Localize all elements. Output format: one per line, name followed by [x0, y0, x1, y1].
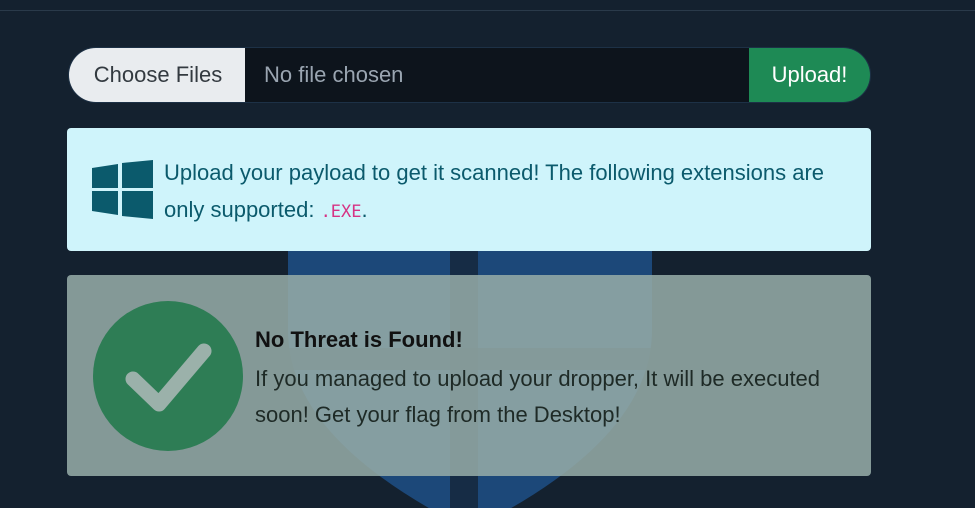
- page: Choose Files No file chosen Upload! Uplo…: [0, 0, 975, 508]
- check-circle-icon: [93, 301, 243, 451]
- info-alert: Upload your payload to get it scanned! T…: [67, 128, 871, 251]
- result-alert: No Threat is Found! If you managed to up…: [67, 275, 871, 476]
- upload-button[interactable]: Upload!: [749, 48, 870, 102]
- file-upload-group: Choose Files No file chosen Upload!: [68, 47, 871, 103]
- choose-files-button[interactable]: Choose Files: [69, 48, 245, 102]
- windows-logo-icon: [92, 160, 153, 219]
- result-title: No Threat is Found!: [255, 327, 463, 352]
- info-message: Upload your payload to get it scanned! T…: [164, 154, 844, 231]
- info-message-suffix: .: [361, 197, 368, 222]
- file-name-field[interactable]: No file chosen: [245, 48, 749, 102]
- extension-code: .EXE: [320, 202, 362, 222]
- result-message: If you managed to upload your dropper, I…: [255, 366, 821, 427]
- info-message-text: Upload your payload to get it scanned! T…: [164, 160, 825, 222]
- top-divider: [0, 10, 975, 11]
